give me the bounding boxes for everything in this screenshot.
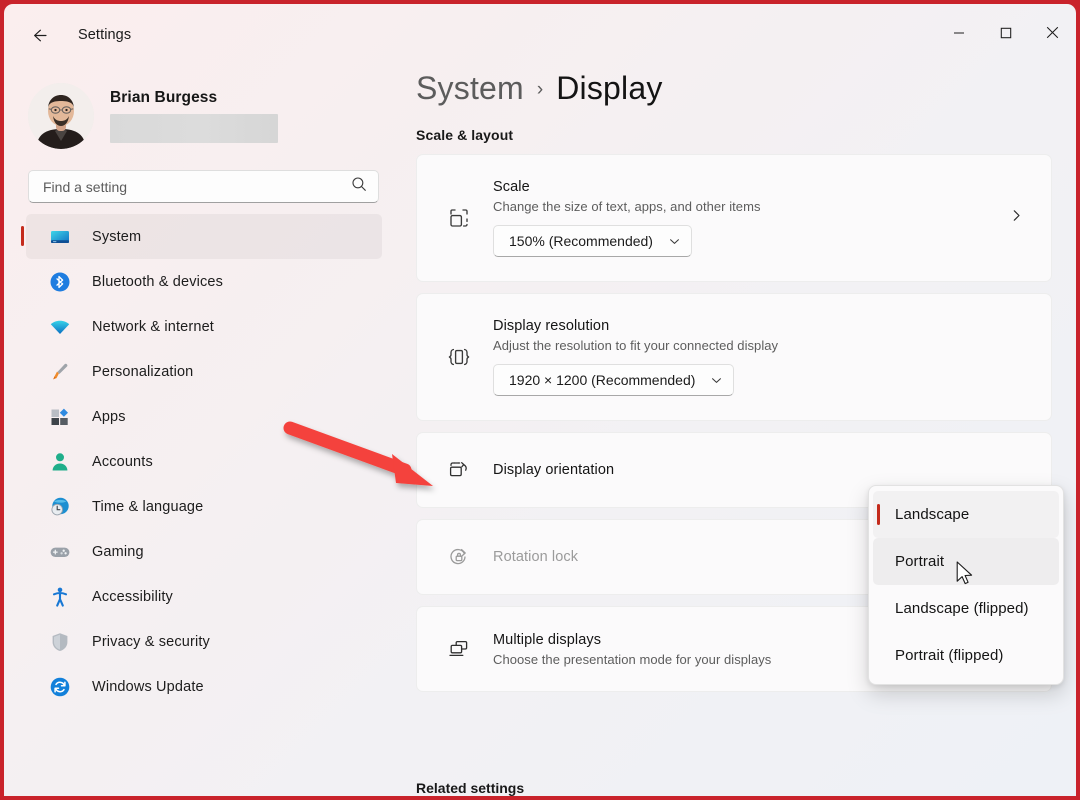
sidebar-item-label: Apps [92,408,126,425]
search-box[interactable] [28,170,379,203]
sidebar-item-label: Accounts [92,453,153,470]
rotation-lock-icon [439,544,479,570]
account-profile[interactable]: Brian Burgess [4,66,404,158]
settings-window: Settings Brian Burgess Find a setting Sy… [4,4,1076,796]
sidebar-item-label: Bluetooth & devices [92,273,224,290]
search-input[interactable] [43,178,351,195]
person-icon [48,450,72,474]
scale-expand-button[interactable] [999,209,1033,227]
sidebar-item-label: Windows Update [92,678,204,695]
chevron-right-icon [1010,209,1023,227]
card-title: Scale [493,179,530,195]
sidebar-item-windows-update[interactable]: Windows Update [26,664,382,709]
sidebar-item-apps[interactable]: Apps [26,394,382,439]
orientation-option-portrait-flipped[interactable]: Portrait (flipped) [873,632,1059,679]
minimize-button[interactable] [935,15,982,55]
sidebar-item-personalization[interactable]: Personalization [26,349,382,394]
title-bar: Settings [4,4,1076,66]
sidebar-item-label: Privacy & security [92,633,210,650]
sidebar-item-label: Gaming [92,543,144,560]
minimize-icon [953,26,965,44]
display-rotate-icon [439,457,479,483]
maximize-icon [1000,26,1012,44]
paintbrush-icon [48,360,72,384]
sidebar-item-bluetooth-devices[interactable]: Bluetooth & devices [26,259,382,304]
card-subtitle: Change the size of text, apps, and other… [493,199,761,214]
maximize-button[interactable] [982,15,1029,55]
scale-dropdown-value: 150% (Recommended) [509,233,653,249]
chevron-down-icon [669,236,680,247]
orientation-option-label: Landscape (flipped) [895,600,1029,617]
card-title: Display resolution [493,318,610,334]
sidebar-item-time-language[interactable]: Time & language [26,484,382,529]
display-orientation-dropdown-menu[interactable]: Landscape Portrait Landscape (flipped) P… [868,485,1064,685]
breadcrumb-parent[interactable]: System [416,70,524,107]
sidebar-nav: System Bluetooth & devices Network & int… [4,214,404,709]
setting-card-scale[interactable]: Scale Change the size of text, apps, and… [416,154,1052,282]
close-button[interactable] [1029,15,1076,55]
orientation-option-portrait[interactable]: Portrait [873,538,1059,585]
orientation-option-landscape[interactable]: Landscape [873,491,1059,538]
back-arrow-icon [29,26,48,45]
sidebar-item-label: System [92,228,142,245]
section-title-scale-layout: Scale & layout [416,127,514,143]
sidebar: Brian Burgess Find a setting System Blue… [4,66,404,796]
update-icon [48,675,72,699]
sidebar-item-label: Personalization [92,363,194,380]
clock-globe-icon [48,495,72,519]
scale-dropdown[interactable]: 150% (Recommended) [493,225,692,257]
accessibility-icon [48,585,72,609]
main-content: System › Display Scale & layout Scale Ch… [404,66,1076,796]
setting-card-display-resolution[interactable]: Display resolution Adjust the resolution… [416,293,1052,421]
search-icon [351,176,367,197]
sidebar-item-privacy-security[interactable]: Privacy & security [26,619,382,664]
resolution-icon [439,344,479,370]
scale-icon [439,205,479,231]
wifi-icon [48,315,72,339]
sidebar-item-gaming[interactable]: Gaming [26,529,382,574]
sidebar-item-network-internet[interactable]: Network & internet [26,304,382,349]
profile-name: Brian Burgess [110,89,218,106]
card-title: Display orientation [493,462,615,478]
profile-email-redacted [110,114,278,143]
orientation-option-label: Landscape [895,506,970,523]
display-resolution-dropdown-value: 1920 × 1200 (Recommended) [509,372,696,388]
sidebar-item-label: Accessibility [92,588,173,605]
shield-icon [48,630,72,654]
bluetooth-icon [48,270,72,294]
chevron-down-icon [711,375,722,386]
sidebar-item-label: Time & language [92,498,204,515]
caption-buttons [935,15,1076,55]
page-title: Display [556,70,663,106]
orientation-option-label: Portrait [895,553,945,570]
sidebar-item-system[interactable]: System [21,214,382,259]
display-resolution-dropdown[interactable]: 1920 × 1200 (Recommended) [493,364,735,396]
profile-text: Brian Burgess [110,89,278,143]
breadcrumb-separator-icon: › [536,79,544,100]
card-subtitle: Adjust the resolution to fit your connec… [493,338,779,353]
card-body: Scale Change the size of text, apps, and… [479,179,999,257]
sidebar-item-accounts[interactable]: Accounts [26,439,382,484]
gamepad-icon [48,540,72,564]
window-title: Settings [78,27,132,43]
avatar [28,83,94,149]
card-body: Display orientation [479,462,1033,478]
card-body: Display resolution Adjust the resolution… [479,318,1033,396]
sidebar-item-label: Network & internet [92,318,214,335]
close-icon [1046,26,1059,44]
apps-icon [48,405,72,429]
monitor-icon [48,225,72,249]
sidebar-item-accessibility[interactable]: Accessibility [26,574,382,619]
orientation-option-label: Portrait (flipped) [895,647,1004,664]
multiple-displays-icon [439,636,479,662]
breadcrumb: System › Display [416,70,1076,107]
orientation-option-landscape-flipped[interactable]: Landscape (flipped) [873,585,1059,632]
section-title-related-settings: Related settings [416,780,525,796]
back-button[interactable] [20,17,56,53]
